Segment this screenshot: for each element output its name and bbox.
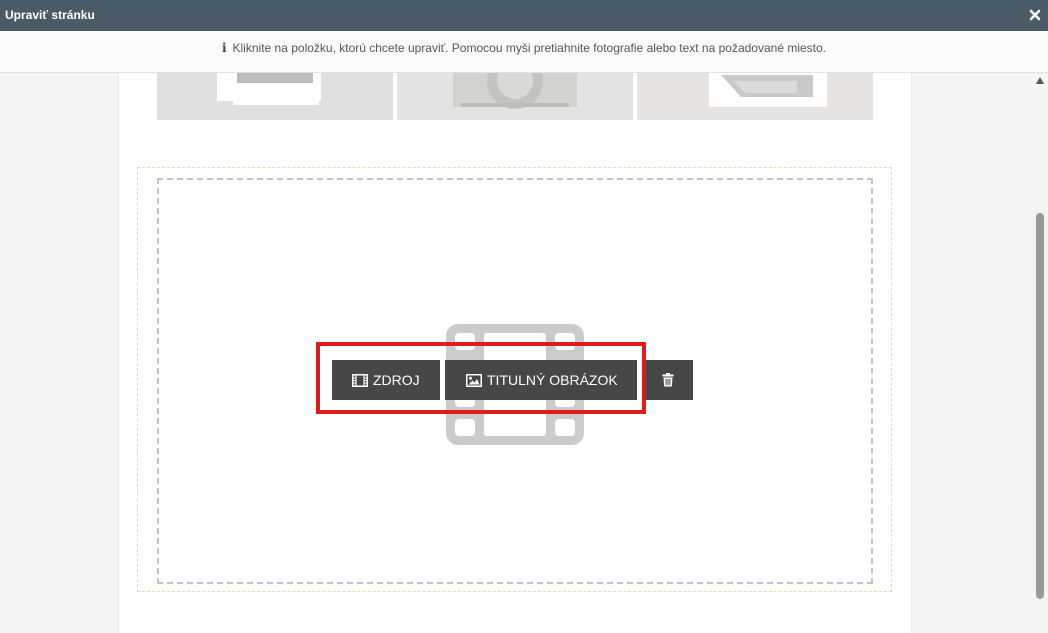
image-icon [466,374,482,387]
film-strip-icon [352,374,368,387]
gallery-thumbnail-1[interactable] [157,73,393,120]
info-icon: i [221,41,227,55]
cover-image-button[interactable]: TITULNÝ OBRÁZOK [445,360,637,400]
info-bar: i Kliknite na položku, ktorú chcete uprav… [0,31,1048,73]
delete-button[interactable] [643,360,693,400]
trash-icon [662,373,674,387]
dialog-title: Upraviť stránku [5,8,95,22]
dialog-titlebar: Upraviť stránku [0,0,1048,31]
gallery-thumbnail-3[interactable] [637,73,873,120]
vertical-scrollbar[interactable] [1032,73,1048,633]
source-button-label: ZDROJ [373,372,420,388]
source-button[interactable]: ZDROJ [332,360,440,400]
info-message-row: i Kliknite na položku, ktorú chcete uprav… [0,41,1048,55]
cover-image-button-label: TITULNÝ OBRÁZOK [487,372,618,388]
scrollbar-thumb[interactable] [1036,213,1044,599]
close-icon[interactable] [1028,6,1042,24]
info-message: Kliknite na položku, ktorú chcete upravi… [232,41,827,55]
gallery-thumbnail-2[interactable] [397,73,633,120]
scroll-up-arrow-icon[interactable] [1036,77,1044,84]
